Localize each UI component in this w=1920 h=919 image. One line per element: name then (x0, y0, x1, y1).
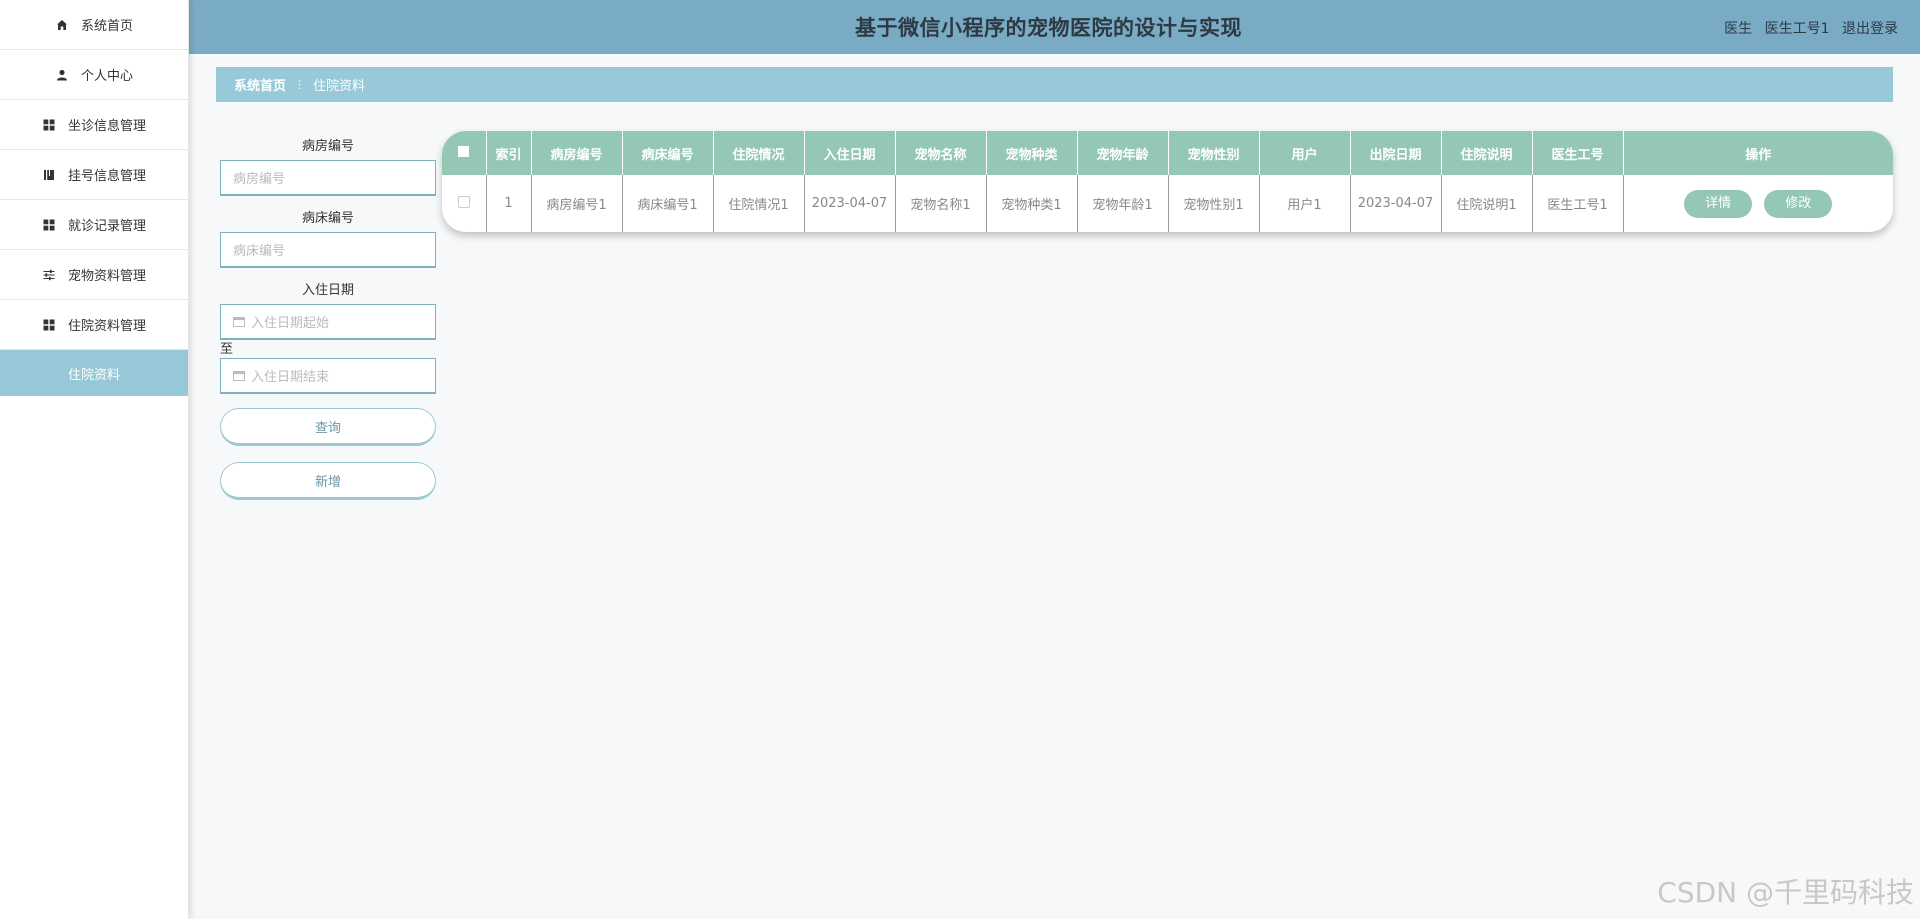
sidebar-subitem-hospitalization-records[interactable]: 住院资料 (0, 350, 188, 396)
page-title: 基于微信小程序的宠物医院的设计与实现 (855, 16, 1242, 40)
room-number-placeholder: 病房编号 (233, 172, 286, 187)
hospitalization-table: 索引 病房编号 病床编号 住院情况 入住日期 宠物名称 宠物种类 宠物年龄 宠物… (442, 131, 1893, 232)
checkin-date-end-placeholder: 入住日期结束 (251, 370, 330, 385)
table-cell: 宠物年龄1 (1077, 175, 1169, 232)
book-icon (42, 168, 56, 182)
column-header: 病床编号 (622, 131, 714, 175)
sidebar-item-consult[interactable]: 坐诊信息管理 (0, 100, 188, 150)
column-header: 病房编号 (531, 131, 623, 175)
table-cell: 2023-04-07 (1350, 175, 1442, 232)
checkin-date-start-placeholder: 入住日期起始 (251, 316, 330, 331)
grid-icon (42, 118, 56, 132)
column-header: 索引 (486, 131, 532, 175)
room-number-label: 病房编号 (301, 139, 354, 154)
table-cell: 医生工号1 (1532, 175, 1624, 232)
user-icon (55, 68, 69, 82)
table-cell: 宠物性别1 (1168, 175, 1260, 232)
grid-icon (42, 318, 56, 332)
column-header: 宠物年龄 (1077, 131, 1169, 175)
user-info: 医生 医生工号1 退出登录 (1716, 18, 1898, 38)
watermark: CSDN @千里码科技 (1657, 876, 1914, 909)
checkin-date-label: 入住日期 (301, 283, 354, 298)
column-header: 宠物性别 (1168, 131, 1260, 175)
table-cell: 病床编号1 (622, 175, 714, 232)
bed-number-label: 病床编号 (301, 211, 354, 226)
sidebar-item-registration[interactable]: 挂号信息管理 (0, 150, 188, 200)
date-range-separator: 至 (220, 342, 234, 357)
user-role: 医生 (1724, 21, 1753, 37)
sidebar-item-home[interactable]: 系统首页 (0, 0, 188, 50)
column-header: 操作 (1623, 131, 1893, 175)
sidebar-item-label: 宠物资料管理 (67, 269, 146, 284)
breadcrumb: 系统首页 ⋮ 住院资料 (216, 67, 1893, 102)
table-cell: 病房编号1 (531, 175, 623, 232)
table-cell: 1 (486, 175, 532, 232)
table-cell: 2023-04-07 (804, 175, 896, 232)
column-header: 住院说明 (1441, 131, 1533, 175)
home-icon (55, 18, 69, 32)
room-number-input[interactable]: 病房编号 (220, 160, 436, 196)
add-button[interactable]: 新增 (220, 462, 436, 500)
checkin-date-end-input[interactable]: 入住日期结束 (220, 358, 436, 394)
logout-link[interactable]: 退出登录 (1842, 21, 1898, 37)
sidebar-subitem-label: 住院资料 (67, 367, 120, 383)
breadcrumb-current: 住院资料 (313, 79, 366, 94)
breadcrumb-home[interactable]: 系统首页 (234, 75, 286, 94)
grid-icon (42, 218, 56, 232)
sidebar-item-label: 挂号信息管理 (67, 169, 146, 184)
table-cell: 住院说明1 (1441, 175, 1533, 232)
user-name: 医生工号1 (1764, 21, 1830, 37)
sidebar-item-profile[interactable]: 个人中心 (0, 50, 188, 100)
sidebar-item-label: 个人中心 (80, 69, 133, 84)
column-header: 用户 (1259, 131, 1351, 175)
column-header: 出院日期 (1350, 131, 1442, 175)
sliders-icon (42, 268, 56, 282)
table-header-row: 索引 病房编号 病床编号 住院情况 入住日期 宠物名称 宠物种类 宠物年龄 宠物… (442, 131, 1893, 175)
table-cell: 宠物名称1 (895, 175, 987, 232)
sidebar-item-label: 坐诊信息管理 (67, 119, 146, 134)
edit-button[interactable]: 修改 (1764, 189, 1833, 218)
table-cell: 宠物种类1 (986, 175, 1078, 232)
calendar-icon (233, 316, 245, 327)
row-checkbox[interactable] (442, 175, 487, 232)
bed-number-input[interactable]: 病床编号 (220, 232, 436, 268)
top-header: 基于微信小程序的宠物医院的设计与实现 医生 医生工号1 退出登录 (189, 0, 1920, 54)
column-header: 住院情况 (713, 131, 805, 175)
sidebar-item-label: 住院资料管理 (67, 319, 146, 334)
sidebar-item-pets[interactable]: 宠物资料管理 (0, 250, 188, 300)
table-cell: 住院情况1 (713, 175, 805, 232)
sidebar-item-label: 系统首页 (80, 19, 133, 34)
checkin-date-start-input[interactable]: 入住日期起始 (220, 304, 436, 340)
calendar-icon (233, 370, 245, 381)
column-header: 医生工号 (1532, 131, 1624, 175)
sidebar-item-label: 就诊记录管理 (67, 219, 146, 234)
column-header: 入住日期 (804, 131, 896, 175)
detail-button[interactable]: 详情 (1684, 189, 1753, 218)
table-cell: 用户1 (1259, 175, 1351, 232)
column-header: 宠物名称 (895, 131, 987, 175)
column-header: 宠物种类 (986, 131, 1078, 175)
bed-number-placeholder: 病床编号 (233, 244, 286, 259)
search-panel: 病房编号 病房编号 病床编号 病床编号 入住日期 入住日期起始 至 入住日期结束… (220, 138, 436, 500)
sidebar: 系统首页 个人中心 坐诊信息管理 挂号信息管理 就诊记录管理 宠物资料管理 住院… (0, 0, 189, 919)
select-all-checkbox[interactable] (442, 131, 487, 175)
sidebar-item-records[interactable]: 就诊记录管理 (0, 200, 188, 250)
query-button[interactable]: 查询 (220, 408, 436, 446)
table-row: 1 病房编号1 病床编号1 住院情况1 2023-04-07 宠物名称1 宠物种… (442, 175, 1893, 232)
sidebar-item-hospitalization[interactable]: 住院资料管理 (0, 300, 188, 350)
actions-cell: 详情 修改 (1623, 175, 1893, 232)
breadcrumb-separator-icon: ⋮ (294, 78, 306, 91)
